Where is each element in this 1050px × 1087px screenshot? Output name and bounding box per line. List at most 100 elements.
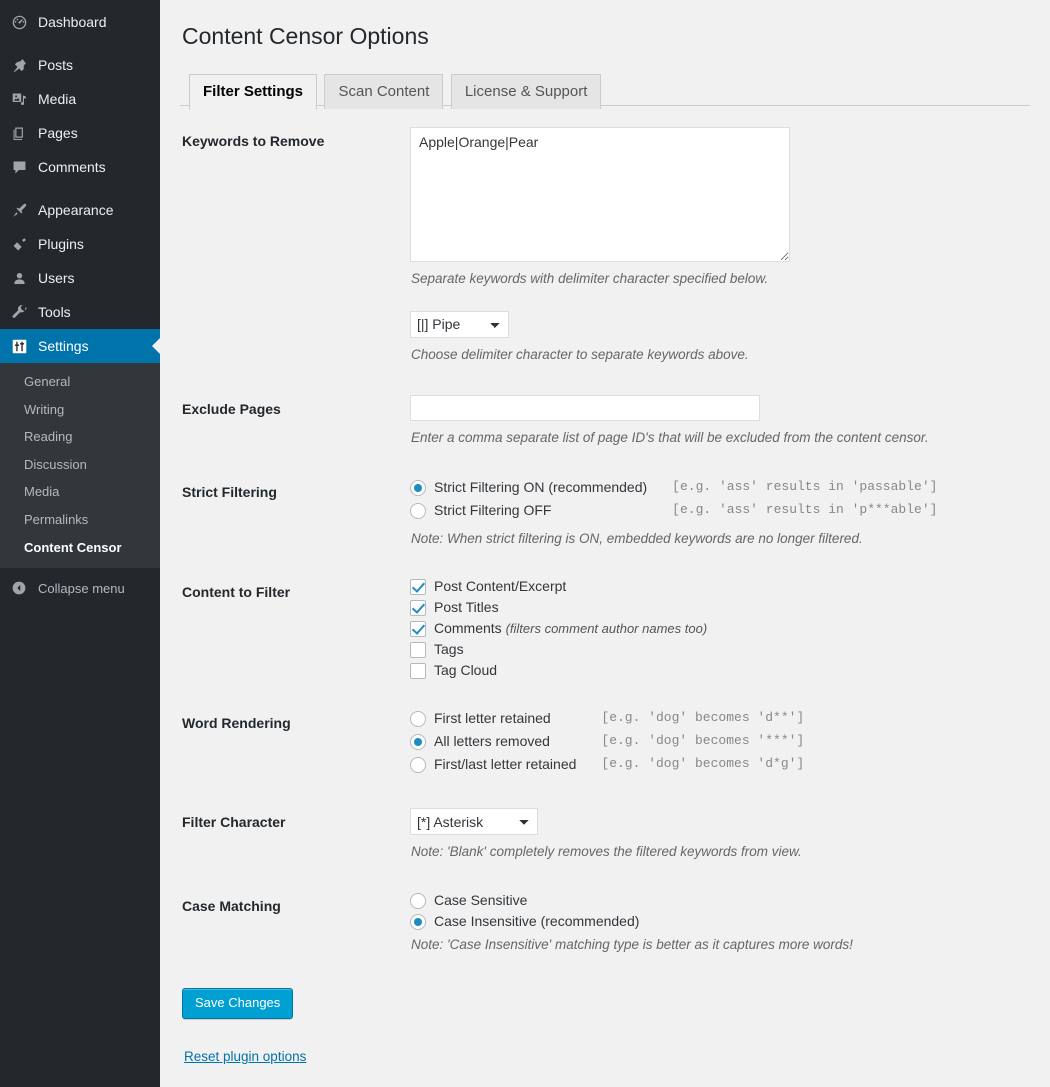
- user-icon: [9, 268, 29, 288]
- cell-case-matching: Case Sensitive Case Insensitive (recomme…: [400, 877, 1030, 970]
- submenu-item-discussion[interactable]: Discussion: [0, 451, 160, 479]
- submenu-item-content-censor[interactable]: Content Censor: [0, 534, 160, 562]
- sidebar-item-tools[interactable]: Tools: [0, 295, 160, 329]
- sidebar-item-label: Comments: [38, 159, 106, 175]
- radio-all-letters-removed[interactable]: All letters removed: [410, 732, 576, 751]
- sidebar-item-users[interactable]: Users: [0, 261, 160, 295]
- sidebar-item-dashboard[interactable]: Dashboard: [0, 5, 160, 39]
- collapse-arrow-icon: [9, 578, 29, 598]
- label-keywords: Keywords to Remove: [182, 132, 325, 149]
- radio-indicator[interactable]: [410, 734, 426, 751]
- save-changes-button[interactable]: Save Changes: [182, 988, 294, 1019]
- radio-case-sensitive[interactable]: Case Sensitive: [410, 892, 1020, 910]
- collapse-menu-button[interactable]: Collapse menu: [0, 570, 160, 606]
- first-last-example: [e.g. 'dog' becomes 'd*g']: [601, 756, 805, 772]
- dashboard-icon: [9, 12, 29, 32]
- reset-plugin-options-link[interactable]: Reset plugin options: [184, 1049, 306, 1064]
- checkbox-post-content[interactable]: Post Content/Excerpt: [410, 578, 1020, 596]
- checkbox-label: Tag Cloud: [434, 662, 498, 679]
- sidebar-item-comments[interactable]: Comments: [0, 150, 160, 184]
- tab-license-support[interactable]: License & Support: [450, 73, 602, 109]
- checkbox-indicator[interactable]: [410, 600, 426, 617]
- sidebar-separator: [0, 184, 160, 193]
- tab-scan-content[interactable]: Scan Content: [324, 73, 444, 109]
- strict-off-example: [e.g. 'ass' results in 'p***able']: [672, 501, 938, 517]
- checkbox-indicator[interactable]: [410, 621, 426, 638]
- submenu-item-reading[interactable]: Reading: [0, 423, 160, 451]
- checkbox-indicator[interactable]: [410, 579, 426, 596]
- checkbox-label: Post Content/Excerpt: [434, 578, 567, 595]
- radio-case-insensitive[interactable]: Case Insensitive (recommended): [410, 913, 1020, 931]
- checkbox-comments[interactable]: Comments (filters comment author names t…: [410, 620, 1020, 638]
- row-exclude-pages: Exclude Pages Enter a comma separate lis…: [180, 380, 1030, 463]
- sidebar-item-pages[interactable]: Pages: [0, 116, 160, 150]
- cell-filter-character: [*] Asterisk Note: 'Blank' completely re…: [400, 793, 1030, 877]
- label-case-matching: Case Matching: [182, 898, 281, 915]
- sidebar-item-label: Posts: [38, 57, 74, 73]
- radio-indicator[interactable]: [410, 914, 426, 931]
- pin-icon: [9, 55, 29, 75]
- radio-label: Strict Filtering OFF: [434, 501, 552, 518]
- radio-indicator[interactable]: [410, 893, 426, 910]
- row-case-matching: Case Matching Case Sensitive Case Insens…: [180, 877, 1030, 970]
- all-letters-example: [e.g. 'dog' becomes '***']: [601, 733, 805, 749]
- main-content: Content Censor Options Filter Settings S…: [160, 0, 1050, 1087]
- delimiter-select[interactable]: [|] Pipe: [410, 310, 509, 338]
- sidebar-item-label: Tools: [38, 304, 71, 320]
- word-rendering-options: First letter retained [e.g. 'dog' become…: [410, 709, 804, 778]
- checkbox-tags[interactable]: Tags: [410, 641, 1020, 659]
- option-row: First/last letter retained [e.g. 'dog' b…: [410, 755, 804, 778]
- settings-submenu: General Writing Reading Discussion Media…: [0, 363, 160, 569]
- sidebar-item-plugins[interactable]: Plugins: [0, 227, 160, 261]
- checkbox-indicator[interactable]: [410, 642, 426, 659]
- radio-label: First/last letter retained: [434, 756, 577, 773]
- label-exclude-pages: Exclude Pages: [182, 400, 281, 417]
- exclude-pages-input[interactable]: [410, 394, 760, 421]
- cell-exclude-pages: Enter a comma separate list of page ID's…: [400, 380, 1030, 463]
- admin-sidebar: Dashboard Posts Media Pages Comments App…: [0, 0, 160, 1087]
- keywords-textarea[interactable]: Apple|Orange|Pear: [410, 126, 790, 262]
- radio-indicator[interactable]: [410, 502, 426, 519]
- sidebar-item-appearance[interactable]: Appearance: [0, 193, 160, 227]
- radio-strict-on[interactable]: Strict Filtering ON (recommended): [410, 478, 647, 497]
- row-filter-character: Filter Character [*] Asterisk Note: 'Bla…: [180, 793, 1030, 877]
- exclude-pages-description: Enter a comma separate list of page ID's…: [411, 429, 929, 445]
- wrench-icon: [9, 302, 29, 322]
- checkbox-label: Comments (filters comment author names t…: [434, 620, 707, 637]
- strict-on-example: [e.g. 'ass' results in 'passable']: [672, 478, 938, 494]
- submenu-item-media[interactable]: Media: [0, 478, 160, 506]
- radio-indicator[interactable]: [410, 711, 426, 728]
- sidebar-item-posts[interactable]: Posts: [0, 48, 160, 82]
- checkbox-post-titles[interactable]: Post Titles: [410, 599, 1020, 617]
- radio-indicator[interactable]: [410, 757, 426, 774]
- comments-note: (filters comment author names too): [505, 621, 708, 637]
- checkbox-tag-cloud[interactable]: Tag Cloud: [410, 662, 1020, 680]
- filter-character-select[interactable]: [*] Asterisk: [410, 808, 538, 836]
- checkbox-indicator[interactable]: [410, 663, 426, 680]
- sidebar-separator: [0, 39, 160, 48]
- row-word-rendering: Word Rendering First letter retained [e.…: [180, 694, 1030, 793]
- sidebar-item-label: Users: [38, 270, 75, 286]
- radio-strict-off[interactable]: Strict Filtering OFF: [410, 501, 647, 520]
- radio-first-letter-retained[interactable]: First letter retained: [410, 709, 576, 728]
- sidebar-item-settings[interactable]: Settings: [0, 329, 160, 363]
- submenu-item-permalinks[interactable]: Permalinks: [0, 506, 160, 534]
- radio-label: All letters removed: [434, 733, 550, 750]
- option-row: All letters removed [e.g. 'dog' becomes …: [410, 732, 804, 755]
- radio-first-last-letter-retained[interactable]: First/last letter retained: [410, 755, 576, 774]
- option-cell: Strict Filtering OFF: [410, 501, 647, 524]
- settings-sliders-icon: [9, 336, 29, 356]
- submenu-item-writing[interactable]: Writing: [0, 396, 160, 424]
- cell-strict-filtering: Strict Filtering ON (recommended) [e.g. …: [400, 463, 1030, 564]
- option-row: First letter retained [e.g. 'dog' become…: [410, 709, 804, 732]
- option-cell: First letter retained: [410, 709, 576, 732]
- submenu-item-general[interactable]: General: [0, 368, 160, 396]
- strict-filtering-options: Strict Filtering ON (recommended) [e.g. …: [410, 478, 937, 524]
- option-cell: First/last letter retained: [410, 755, 576, 778]
- checkbox-label: Post Titles: [434, 599, 499, 616]
- sidebar-item-media[interactable]: Media: [0, 82, 160, 116]
- tab-filter-settings[interactable]: Filter Settings: [189, 73, 318, 110]
- radio-indicator[interactable]: [410, 479, 426, 496]
- filter-character-note: Note: 'Blank' completely removes the fil…: [411, 844, 802, 860]
